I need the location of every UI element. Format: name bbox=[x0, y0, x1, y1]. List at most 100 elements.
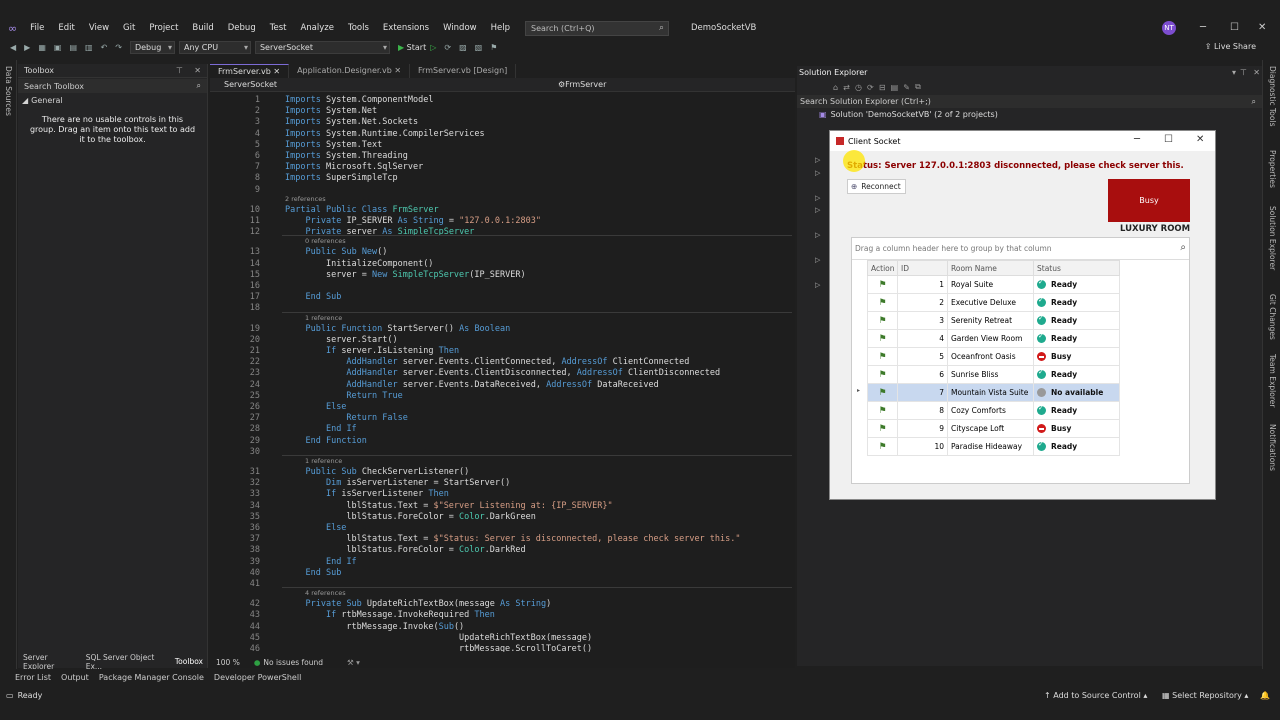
code-line[interactable]: 11 Private IP_SERVER As String = "127.0.… bbox=[210, 216, 795, 227]
flag-icon[interactable]: ⚑ bbox=[878, 424, 886, 434]
code-text[interactable]: Imports System.Net.Sockets bbox=[285, 117, 418, 127]
code-line[interactable]: 23 AddHandler server.Events.ClientDiscon… bbox=[210, 368, 795, 379]
code-line[interactable]: 43 If rtbMessage.InvokeRequired Then bbox=[210, 610, 795, 621]
menu-item-view[interactable]: View bbox=[82, 23, 116, 33]
code-line[interactable]: 29 End Function bbox=[210, 436, 795, 447]
action-cell[interactable]: ⚑ bbox=[867, 437, 898, 456]
code-line[interactable]: 8 Imports SuperSimpleTcp bbox=[210, 173, 795, 184]
table-row[interactable]: ⚑ 2Executive Deluxe Ready bbox=[867, 293, 1120, 312]
menu-item-test[interactable]: Test bbox=[263, 23, 294, 33]
action-cell[interactable]: ⚑ bbox=[867, 419, 898, 438]
code-text[interactable]: If rtbMessage.InvokeRequired Then bbox=[285, 610, 495, 620]
code-text[interactable]: End If bbox=[285, 424, 357, 434]
close-icon[interactable]: ✕ bbox=[1253, 68, 1260, 77]
code-text[interactable]: Imports System.Net bbox=[285, 106, 377, 116]
code-text[interactable]: lblStatus.ForeColor = Color.DarkRed bbox=[285, 545, 525, 555]
toolbox-group-general[interactable]: ◢ General bbox=[18, 94, 207, 107]
reconnect-button[interactable]: ⊕ Reconnect bbox=[847, 179, 906, 194]
select-repository-button[interactable]: ▦ Select Repository ▴ bbox=[1162, 691, 1248, 700]
code-text[interactable]: Else bbox=[285, 402, 346, 412]
code-text[interactable]: Partial Public Class FrmServer bbox=[285, 205, 439, 215]
menu-item-project[interactable]: Project bbox=[142, 23, 185, 33]
action-cell[interactable]: ⚑ bbox=[867, 293, 898, 312]
code-line[interactable]: 41 bbox=[210, 579, 795, 590]
code-text[interactable]: Imports Microsoft.SqlServer bbox=[285, 162, 423, 172]
action-cell[interactable]: ⚑ bbox=[867, 347, 898, 366]
close-icon[interactable]: ✕ bbox=[1258, 22, 1266, 33]
open-icon[interactable]: ▣ bbox=[54, 43, 62, 52]
table-row[interactable]: ⚑ 10Paradise Hideaway Ready bbox=[867, 437, 1120, 456]
code-text[interactable]: lblStatus.Text = $"Status: Server is dis… bbox=[285, 534, 740, 544]
redo-icon[interactable]: ↷ bbox=[115, 43, 122, 52]
code-line[interactable]: 44 rtbMessage.Invoke(Sub() bbox=[210, 622, 795, 633]
menu-item-window[interactable]: Window bbox=[436, 23, 484, 33]
toolbox-tab[interactable]: Server Explorer bbox=[18, 653, 81, 671]
code-text[interactable]: Imports System.Runtime.CompilerServices bbox=[285, 129, 485, 139]
bottom-tab[interactable]: Developer PowerShell bbox=[209, 673, 306, 682]
code-text[interactable]: Public Sub CheckServerListener() bbox=[285, 467, 469, 477]
code-line[interactable]: 27 Return False bbox=[210, 413, 795, 424]
right-strip-tab[interactable]: Properties bbox=[1268, 150, 1277, 188]
code-line[interactable]: 45 UpdateRichTextBox(message) bbox=[210, 633, 795, 644]
preview-icon[interactable]: ⧉ bbox=[915, 82, 921, 92]
right-strip-tab[interactable]: Git Changes bbox=[1268, 294, 1277, 340]
save-all-icon[interactable]: ▥ bbox=[85, 43, 93, 52]
live-share-button[interactable]: ⇪ Live Share bbox=[1205, 42, 1256, 51]
menu-item-debug[interactable]: Debug bbox=[221, 23, 263, 33]
code-text[interactable]: Imports System.ComponentModel bbox=[285, 95, 433, 105]
code-line[interactable]: 17 End Sub bbox=[210, 292, 795, 303]
table-row[interactable]: ⚑ 9 Cityscape Loft Busy bbox=[867, 419, 1120, 438]
right-strip-tab[interactable]: Notifications bbox=[1268, 424, 1277, 471]
code-text[interactable]: server.Start() bbox=[285, 335, 398, 345]
flag-icon[interactable]: ⚑ bbox=[878, 298, 886, 308]
code-line[interactable]: 38 lblStatus.ForeColor = Color.DarkRed bbox=[210, 545, 795, 556]
table-row[interactable]: ⚑ 1Royal Suite Ready bbox=[867, 275, 1120, 294]
code-line[interactable]: 28 End If bbox=[210, 424, 795, 435]
flag-icon[interactable]: ⚑ bbox=[878, 406, 886, 416]
doc-tab[interactable]: FrmServer.vb [Design] bbox=[410, 64, 517, 78]
column-header[interactable]: Status bbox=[1033, 260, 1120, 276]
code-line[interactable]: 5 Imports System.Text bbox=[210, 140, 795, 151]
code-text[interactable]: InitializeComponent() bbox=[285, 259, 433, 269]
code-line[interactable]: 6 Imports System.Threading bbox=[210, 151, 795, 162]
code-line[interactable]: 20 server.Start() bbox=[210, 335, 795, 346]
code-cleanup-icon[interactable]: ⚒ ▾ bbox=[323, 658, 360, 667]
doc-tab[interactable]: Application.Designer.vb ✕ bbox=[289, 64, 411, 78]
flag-icon[interactable]: ⚑ bbox=[878, 442, 886, 452]
code-line[interactable]: 2 Imports System.Net bbox=[210, 106, 795, 117]
reference-lens[interactable]: 2 references bbox=[285, 195, 326, 203]
pin-icon[interactable]: ⊤ bbox=[1240, 68, 1247, 77]
code-line[interactable]: 1 Imports System.ComponentModel bbox=[210, 95, 795, 106]
action-cell[interactable]: ⚑ bbox=[867, 401, 898, 420]
new-project-icon[interactable]: ▦ bbox=[38, 43, 46, 52]
code-text[interactable]: End Function bbox=[285, 436, 366, 446]
code-line[interactable]: 3 Imports System.Net.Sockets bbox=[210, 117, 795, 128]
column-header[interactable]: ID bbox=[897, 260, 948, 276]
code-line[interactable]: 7 Imports Microsoft.SqlServer bbox=[210, 162, 795, 173]
hot-reload-icon[interactable]: ⟳ bbox=[444, 43, 451, 52]
code-line[interactable]: 19 Public Function StartServer() As Bool… bbox=[210, 324, 795, 335]
reference-lens[interactable]: 1 reference bbox=[305, 314, 342, 322]
code-text[interactable]: Public Function StartServer() As Boolean bbox=[285, 324, 510, 334]
flag-icon[interactable]: ⚑ bbox=[878, 370, 886, 380]
layout-icon[interactable]: ▧ bbox=[475, 43, 483, 52]
code-text[interactable]: AddHandler server.Events.ClientDisconnec… bbox=[285, 368, 720, 378]
code-line[interactable]: 25 Return True bbox=[210, 391, 795, 402]
avatar[interactable]: NT bbox=[1162, 21, 1176, 35]
code-line[interactable]: 42 Private Sub UpdateRichTextBox(message… bbox=[210, 599, 795, 610]
toolbox-tab[interactable]: Toolbox bbox=[170, 657, 208, 666]
code-text[interactable]: Private Sub UpdateRichTextBox(message As… bbox=[285, 599, 551, 609]
dropdown-icon[interactable]: ▾ bbox=[1232, 68, 1236, 77]
code-text[interactable]: Dim isServerListener = StartServer() bbox=[285, 478, 510, 488]
action-cell[interactable]: ⚑ bbox=[867, 383, 898, 402]
home-icon[interactable]: ⌂ bbox=[833, 83, 838, 92]
flag-icon[interactable]: ⚑ bbox=[878, 316, 886, 326]
code-text[interactable]: Else bbox=[285, 523, 346, 533]
properties-icon[interactable]: ✎ bbox=[903, 83, 910, 92]
flag-icon[interactable]: ⚑ bbox=[878, 280, 886, 290]
menu-item-tools[interactable]: Tools bbox=[341, 23, 376, 33]
table-row[interactable]: ⚑ 5 Oceanfront Oasis Busy bbox=[867, 347, 1120, 366]
code-line[interactable]: 4 Imports System.Runtime.CompilerServices bbox=[210, 129, 795, 140]
code-line[interactable]: 10 Partial Public Class FrmServer bbox=[210, 205, 795, 216]
maximize-icon[interactable]: ☐ bbox=[1230, 22, 1239, 33]
